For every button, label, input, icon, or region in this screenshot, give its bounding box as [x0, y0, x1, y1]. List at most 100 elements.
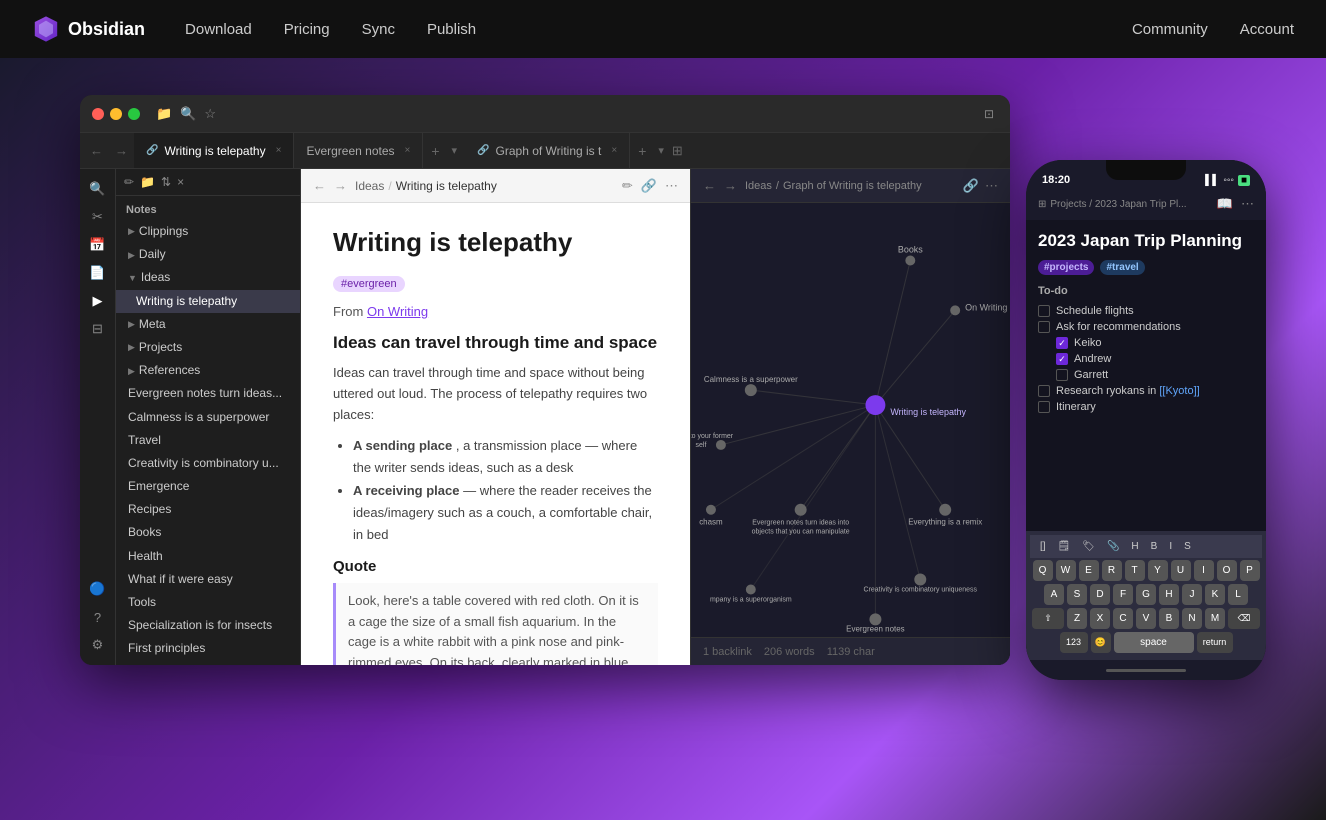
key-t[interactable]: T: [1125, 560, 1145, 581]
key-f[interactable]: F: [1113, 584, 1133, 605]
key-z[interactable]: Z: [1067, 608, 1087, 629]
key-i[interactable]: I: [1194, 560, 1214, 581]
todo-andrew[interactable]: ✓ Andrew: [1038, 351, 1254, 367]
from-link[interactable]: On Writing: [367, 304, 428, 319]
phone-tag-travel[interactable]: #travel: [1100, 260, 1144, 275]
minimize-button[interactable]: [110, 108, 122, 120]
key-y[interactable]: Y: [1148, 560, 1168, 581]
tree-item-specialization[interactable]: Specialization is for insects: [116, 614, 300, 637]
kb-attach[interactable]: 📎: [1103, 539, 1123, 554]
sidebar-pages-icon[interactable]: 📄: [86, 261, 110, 285]
key-d[interactable]: D: [1090, 584, 1110, 605]
key-l[interactable]: L: [1228, 584, 1248, 605]
checkbox-garrett[interactable]: [1056, 369, 1068, 381]
tree-item-daily[interactable]: ▶ Daily: [116, 243, 300, 266]
tree-item-what-if[interactable]: What if it were easy: [116, 568, 300, 591]
new-note-icon[interactable]: ✏: [124, 175, 134, 189]
kb-note[interactable]: 🗒: [1054, 539, 1075, 554]
tree-item-meta[interactable]: ▶ Meta: [116, 313, 300, 336]
key-space[interactable]: space: [1114, 632, 1194, 653]
tab-graph-dropdown[interactable]: ▾: [654, 144, 668, 157]
todo-garrett[interactable]: Garrett: [1038, 367, 1254, 383]
nav-logo[interactable]: Obsidian: [32, 15, 145, 43]
graph-more-icon[interactable]: ⋯: [985, 178, 998, 194]
phone-book-icon[interactable]: 📖: [1217, 196, 1233, 212]
key-j[interactable]: J: [1182, 584, 1202, 605]
key-return[interactable]: return: [1197, 632, 1233, 653]
todo-keiko[interactable]: ✓ Keiko: [1038, 335, 1254, 351]
tree-item-health[interactable]: Health: [116, 545, 300, 568]
tab-writing-telepathy[interactable]: 🔗 Writing is telepathy ×: [134, 133, 294, 168]
checkbox-ryokans[interactable]: [1038, 385, 1050, 397]
kb-italic[interactable]: I: [1165, 539, 1176, 554]
sidebar-folder-icon[interactable]: ▶: [86, 289, 110, 313]
key-m[interactable]: M: [1205, 608, 1225, 629]
key-k[interactable]: K: [1205, 584, 1225, 605]
tree-item-projects[interactable]: ▶ Projects: [116, 336, 300, 359]
key-u[interactable]: U: [1171, 560, 1191, 581]
breadcrumb-parent[interactable]: Ideas: [355, 179, 384, 193]
close-button[interactable]: [92, 108, 104, 120]
key-n[interactable]: N: [1182, 608, 1202, 629]
graph-link-icon[interactable]: 🔗: [963, 178, 979, 194]
graph-content[interactable]: Books On Writing Calmness is a superpowe…: [691, 203, 1010, 637]
tree-item-emergence[interactable]: Emergence: [116, 475, 300, 498]
key-x[interactable]: X: [1090, 608, 1110, 629]
nav-account[interactable]: Account: [1240, 21, 1294, 38]
tree-item-evergreen[interactable]: Evergreen notes turn ideas...: [116, 382, 300, 405]
tab-dropdown-icon[interactable]: ▾: [448, 144, 462, 157]
key-r[interactable]: R: [1102, 560, 1122, 581]
key-h[interactable]: H: [1159, 584, 1179, 605]
phone-more-icon[interactable]: ⋯: [1241, 196, 1254, 212]
key-q[interactable]: Q: [1033, 560, 1053, 581]
sort-icon[interactable]: ⇅: [161, 175, 171, 189]
key-delete[interactable]: ⌫: [1228, 608, 1260, 629]
tree-item-calmness[interactable]: Calmness is a superpower: [116, 406, 300, 429]
tree-item-travel[interactable]: Travel: [116, 429, 300, 452]
evergreen-tag[interactable]: #evergreen: [333, 276, 405, 292]
nav-publish[interactable]: Publish: [427, 21, 476, 38]
tree-item-writing-telepathy[interactable]: Writing is telepathy: [116, 290, 300, 313]
editor-content[interactable]: Writing is telepathy #evergreen From On …: [301, 203, 690, 665]
key-123[interactable]: 123: [1060, 632, 1088, 653]
todo-ask-recommendations[interactable]: Ask for recommendations: [1038, 319, 1254, 335]
checkbox-1[interactable]: [1038, 305, 1050, 317]
more-icon[interactable]: ⋯: [665, 178, 678, 194]
key-a[interactable]: A: [1044, 584, 1064, 605]
key-e[interactable]: E: [1079, 560, 1099, 581]
sidebar-files-icon[interactable]: ✂: [86, 205, 110, 229]
close-sidebar-icon[interactable]: ×: [177, 175, 184, 189]
key-shift[interactable]: ⇧: [1032, 608, 1064, 629]
tab-back-icon[interactable]: ←: [84, 143, 109, 158]
kb-strike[interactable]: S: [1180, 539, 1195, 554]
bookmark-icon[interactable]: ☆: [204, 106, 216, 122]
checkbox-2[interactable]: [1038, 321, 1050, 333]
checkbox-andrew[interactable]: ✓: [1056, 353, 1068, 365]
tab-graph[interactable]: 🔗 Graph of Writing is t ×: [465, 133, 630, 168]
sidebar-search-icon[interactable]: 🔍: [86, 177, 110, 201]
nav-sync[interactable]: Sync: [362, 21, 395, 38]
kb-tag[interactable]: 🏷: [1078, 539, 1099, 554]
tree-item-creativity[interactable]: Creativity is combinatory u...: [116, 452, 300, 475]
maximize-button[interactable]: [128, 108, 140, 120]
key-g[interactable]: G: [1136, 584, 1156, 605]
tree-item-ideas[interactable]: ▼ Ideas: [116, 266, 300, 289]
tab-forward-icon[interactable]: →: [109, 143, 134, 158]
key-o[interactable]: O: [1217, 560, 1237, 581]
kb-brackets[interactable]: []: [1036, 539, 1050, 554]
editor-forward-icon[interactable]: →: [334, 178, 347, 193]
tab-evergreen-notes[interactable]: Evergreen notes ×: [294, 133, 423, 168]
nav-community[interactable]: Community: [1132, 21, 1208, 38]
home-indicator[interactable]: [1106, 669, 1186, 672]
graph-forward-icon[interactable]: →: [724, 178, 737, 193]
tab-add-graph[interactable]: +: [630, 143, 654, 159]
nav-download[interactable]: Download: [185, 21, 252, 38]
tab-close-2[interactable]: ×: [405, 145, 411, 156]
edit-icon[interactable]: ✏: [622, 178, 633, 194]
tab-close-1[interactable]: ×: [276, 145, 282, 156]
key-c[interactable]: C: [1113, 608, 1133, 629]
new-folder-icon[interactable]: 📁: [140, 175, 155, 189]
todo-schedule-flights[interactable]: Schedule flights: [1038, 303, 1254, 319]
search-icon[interactable]: 🔍: [180, 106, 196, 122]
checkbox-itinerary[interactable]: [1038, 401, 1050, 413]
